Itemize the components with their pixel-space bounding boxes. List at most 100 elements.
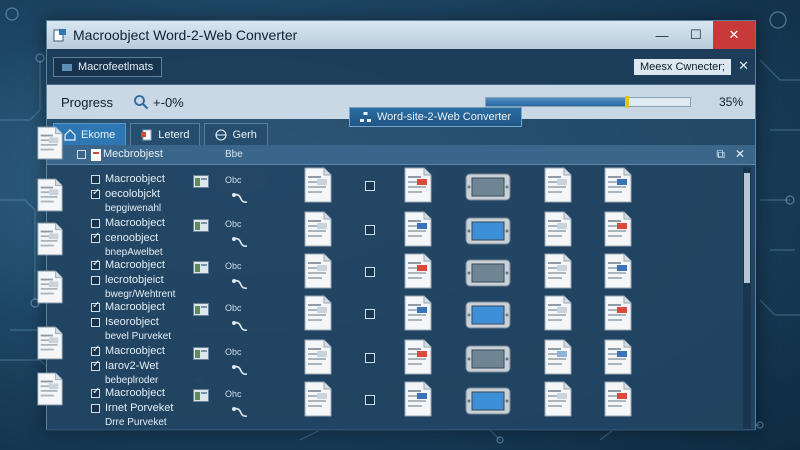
row-label: Macroobject xyxy=(105,259,165,271)
document-icon xyxy=(141,129,152,140)
row-checkbox[interactable] xyxy=(91,276,100,285)
table-row[interactable]: MacroobjectcenoobjectbnepAwelbetObc xyxy=(47,211,747,258)
row-label: Iseorobject xyxy=(105,316,159,328)
device-preview-icon[interactable] xyxy=(465,215,511,247)
output-document-icon[interactable] xyxy=(603,339,633,375)
output-document-icon[interactable] xyxy=(543,167,573,203)
convert-checkbox[interactable] xyxy=(365,309,375,319)
column-header-type[interactable]: Bbe xyxy=(225,149,243,160)
row-label: Irnet Porveket xyxy=(105,402,174,414)
search-icon[interactable] xyxy=(133,94,149,110)
row-checkbox[interactable] xyxy=(91,344,100,356)
convert-checkbox[interactable] xyxy=(365,353,375,363)
output-document-icon[interactable] xyxy=(543,253,573,289)
word-document-icon[interactable] xyxy=(303,253,333,289)
maximize-button[interactable]: ☐ xyxy=(679,21,713,49)
tab-globe-label: Gerh xyxy=(232,128,257,141)
web-document-icon[interactable] xyxy=(403,211,433,247)
table-row[interactable]: MacroobjectIarov2-WetbebeplroderObc xyxy=(47,339,747,386)
device-preview-icon[interactable] xyxy=(465,385,511,417)
web-document-icon[interactable] xyxy=(403,339,433,375)
minimize-button[interactable]: — xyxy=(645,21,679,49)
row-checkbox[interactable] xyxy=(91,404,100,413)
sub-window-close-button[interactable]: ✕ xyxy=(738,58,749,74)
progress-bar xyxy=(485,96,691,108)
row-sublabel: Drre Purveket xyxy=(105,417,167,428)
web-document-icon[interactable] xyxy=(403,381,433,417)
menu-dropdown[interactable]: Macrofeetlmats xyxy=(53,56,163,77)
connector-icon xyxy=(231,277,249,291)
connector-icon xyxy=(231,235,249,249)
device-preview-icon[interactable] xyxy=(465,299,511,331)
window-thumbnail-icon xyxy=(193,261,209,274)
scrollbar-thumb[interactable] xyxy=(744,173,750,283)
output-document-icon[interactable] xyxy=(603,167,633,203)
web-document-icon[interactable] xyxy=(403,167,433,203)
document-icon xyxy=(36,126,64,160)
row-checkbox[interactable] xyxy=(91,175,100,184)
convert-checkbox[interactable] xyxy=(365,395,375,405)
device-preview-icon[interactable] xyxy=(465,171,511,203)
inner-window-title[interactable]: Word-site-2-Web Converter xyxy=(349,107,523,127)
network-icon xyxy=(360,111,371,122)
output-document-icon[interactable] xyxy=(543,339,573,375)
row-label: Macroobject xyxy=(105,173,165,185)
title-bar[interactable]: Macroobject Word-2-Web Converter — ☐ ✕ xyxy=(47,21,755,49)
window-thumbnail-icon xyxy=(193,303,209,316)
window-thumbnail-icon xyxy=(193,347,209,360)
column-header-name[interactable]: Mecbrobjest xyxy=(103,148,163,160)
word-document-icon[interactable] xyxy=(303,167,333,203)
row-checkbox[interactable] xyxy=(91,318,100,327)
row-checkbox[interactable] xyxy=(91,300,100,312)
convert-checkbox[interactable] xyxy=(365,181,375,191)
word-document-icon[interactable] xyxy=(303,339,333,375)
window-title: Macroobject Word-2-Web Converter xyxy=(73,27,298,43)
output-document-icon[interactable] xyxy=(603,211,633,247)
web-document-icon[interactable] xyxy=(403,295,433,331)
word-document-icon[interactable] xyxy=(303,295,333,331)
row-label: Macroobject xyxy=(105,345,165,357)
row-checkbox[interactable] xyxy=(91,187,100,199)
row-checkbox[interactable] xyxy=(91,231,100,243)
document-icon xyxy=(36,222,64,256)
window-thumbnail-icon xyxy=(193,219,209,232)
row-type: Obc xyxy=(225,261,242,271)
close-button[interactable]: ✕ xyxy=(713,21,755,49)
select-all-checkbox[interactable] xyxy=(77,150,86,159)
tab-home-label: Ekome xyxy=(81,128,116,141)
table-row[interactable]: Macroobject Irnet Porveket Drre Purveket Oh… xyxy=(47,381,747,428)
connector-icon xyxy=(231,191,249,205)
tab-letter-label: Leterd xyxy=(158,128,190,141)
table-row[interactable]: MacroobjectoecolobjcktbepgiwenahlObc xyxy=(47,167,747,214)
row-checkbox[interactable] xyxy=(91,258,100,270)
row-type: Obc xyxy=(225,219,242,229)
convert-checkbox[interactable] xyxy=(365,267,375,277)
convert-checkbox[interactable] xyxy=(365,225,375,235)
tab-letter[interactable]: Leterd xyxy=(130,123,201,145)
output-document-icon[interactable] xyxy=(543,211,573,247)
close-panel-button[interactable]: ✕ xyxy=(735,147,745,161)
table-row[interactable]: Macroobjectlecrotobjeictbwegr/WehtrentOb… xyxy=(47,253,747,300)
row-label: Macroobject xyxy=(105,301,165,313)
web-document-icon[interactable] xyxy=(403,253,433,289)
row-label: Macroobject xyxy=(105,387,165,399)
restore-panel-button[interactable]: ⧉ xyxy=(716,147,725,162)
row-checkbox[interactable] xyxy=(91,386,100,398)
row-label: Macroobject xyxy=(105,217,165,229)
word-document-icon[interactable] xyxy=(303,381,333,417)
vertical-scrollbar[interactable] xyxy=(743,167,751,429)
output-document-icon[interactable] xyxy=(603,295,633,331)
row-checkbox[interactable] xyxy=(91,219,100,228)
table-row[interactable]: MacroobjectIseorobjectbevel PurveketObc xyxy=(47,295,747,342)
tab-globe[interactable]: Gerh xyxy=(204,123,268,145)
output-document-icon[interactable] xyxy=(543,295,573,331)
row-checkbox[interactable] xyxy=(91,359,100,371)
row-type: Ohc xyxy=(225,389,242,399)
device-preview-icon[interactable] xyxy=(465,257,511,289)
output-document-icon[interactable] xyxy=(543,381,573,417)
document-icon xyxy=(36,326,64,360)
output-document-icon[interactable] xyxy=(603,253,633,289)
output-document-icon[interactable] xyxy=(603,381,633,417)
device-preview-icon[interactable] xyxy=(465,343,511,375)
word-document-icon[interactable] xyxy=(303,211,333,247)
